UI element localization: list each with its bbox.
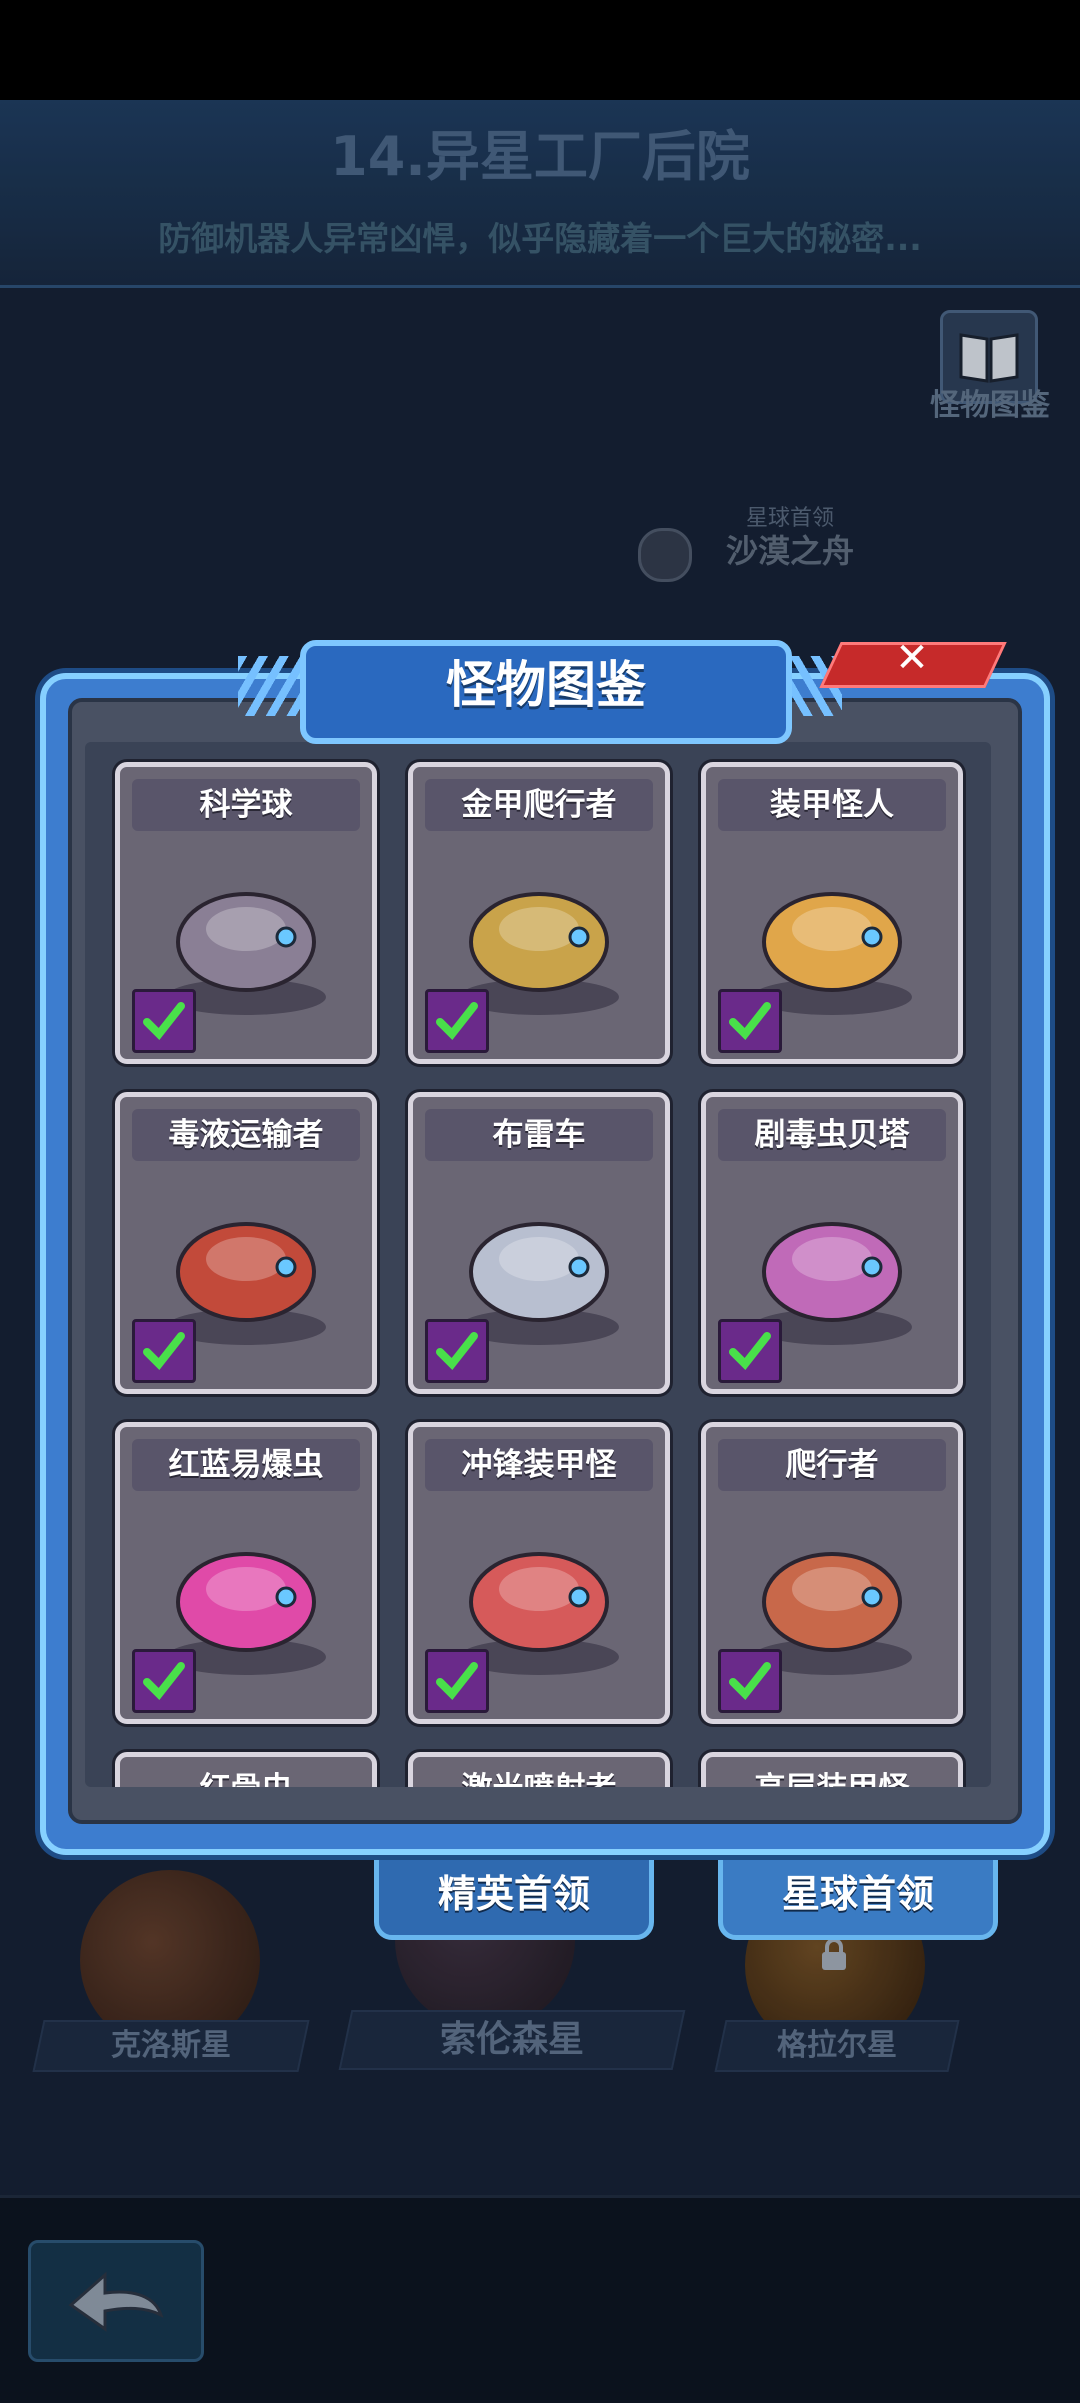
- check-icon: [143, 1662, 185, 1701]
- monster-card[interactable]: 毒液运输者: [115, 1092, 377, 1394]
- monster-card[interactable]: 装甲怪人: [701, 762, 963, 1064]
- monster-card[interactable]: 高层装甲怪: [701, 1752, 963, 1787]
- monster-name: 高层装甲怪: [706, 1763, 958, 1787]
- monster-name: 科学球: [199, 787, 293, 823]
- check-icon: [729, 1662, 771, 1701]
- collected-badge: [718, 1649, 782, 1713]
- monster-name: 毒液运输者: [168, 1117, 324, 1153]
- monster-grid[interactable]: 科学球 金甲爬行者 装甲怪人毒液运输者 布雷车 剧毒虫贝塔红蓝易爆虫 冲锋装甲怪 爬行者红骨…: [85, 742, 991, 1787]
- status-bar: [0, 0, 1080, 100]
- monster-name: 布雷车: [492, 1117, 586, 1153]
- check-icon: [436, 1662, 478, 1701]
- monster-card[interactable]: 布雷车: [408, 1092, 670, 1394]
- monster-card[interactable]: 剧毒虫贝塔: [701, 1092, 963, 1394]
- check-icon: [436, 1002, 478, 1041]
- tab-planet-boss[interactable]: 星球首领: [718, 1848, 998, 1940]
- collected-badge: [132, 1319, 196, 1383]
- monster-name: 金甲爬行者: [461, 787, 617, 823]
- check-icon: [436, 1332, 478, 1371]
- monster-name: 红蓝易爆虫: [168, 1447, 324, 1483]
- check-icon: [143, 1332, 185, 1371]
- monster-card[interactable]: 激光喷射者: [408, 1752, 670, 1787]
- collected-badge: [425, 1319, 489, 1383]
- monster-card[interactable]: 冲锋装甲怪: [408, 1422, 670, 1724]
- collected-badge: [718, 1319, 782, 1383]
- monster-card[interactable]: 金甲爬行者: [408, 762, 670, 1064]
- collected-badge: [132, 1649, 196, 1713]
- monster-name: 红骨虫: [120, 1763, 372, 1787]
- close-icon[interactable]: ✕: [890, 636, 934, 680]
- monster-name: 爬行者: [785, 1447, 879, 1483]
- monster-card[interactable]: 科学球: [115, 762, 377, 1064]
- monster-card[interactable]: 红蓝易爆虫: [115, 1422, 377, 1724]
- collected-badge: [132, 989, 196, 1053]
- modal-title: 怪物图鉴: [446, 656, 646, 714]
- collected-badge: [718, 989, 782, 1053]
- monster-name: 装甲怪人: [770, 787, 894, 823]
- check-icon: [143, 1002, 185, 1041]
- monster-name: 剧毒虫贝塔: [754, 1117, 910, 1153]
- monster-card[interactable]: 红骨虫: [115, 1752, 377, 1787]
- monster-name: 冲锋装甲怪: [461, 1447, 617, 1483]
- collected-badge: [425, 1649, 489, 1713]
- check-icon: [729, 1002, 771, 1041]
- check-icon: [729, 1332, 771, 1371]
- monster-card[interactable]: 爬行者: [701, 1422, 963, 1724]
- monster-name: 激光喷射者: [413, 1763, 665, 1787]
- collected-badge: [425, 989, 489, 1053]
- tab-elite-boss[interactable]: 精英首领: [374, 1848, 654, 1940]
